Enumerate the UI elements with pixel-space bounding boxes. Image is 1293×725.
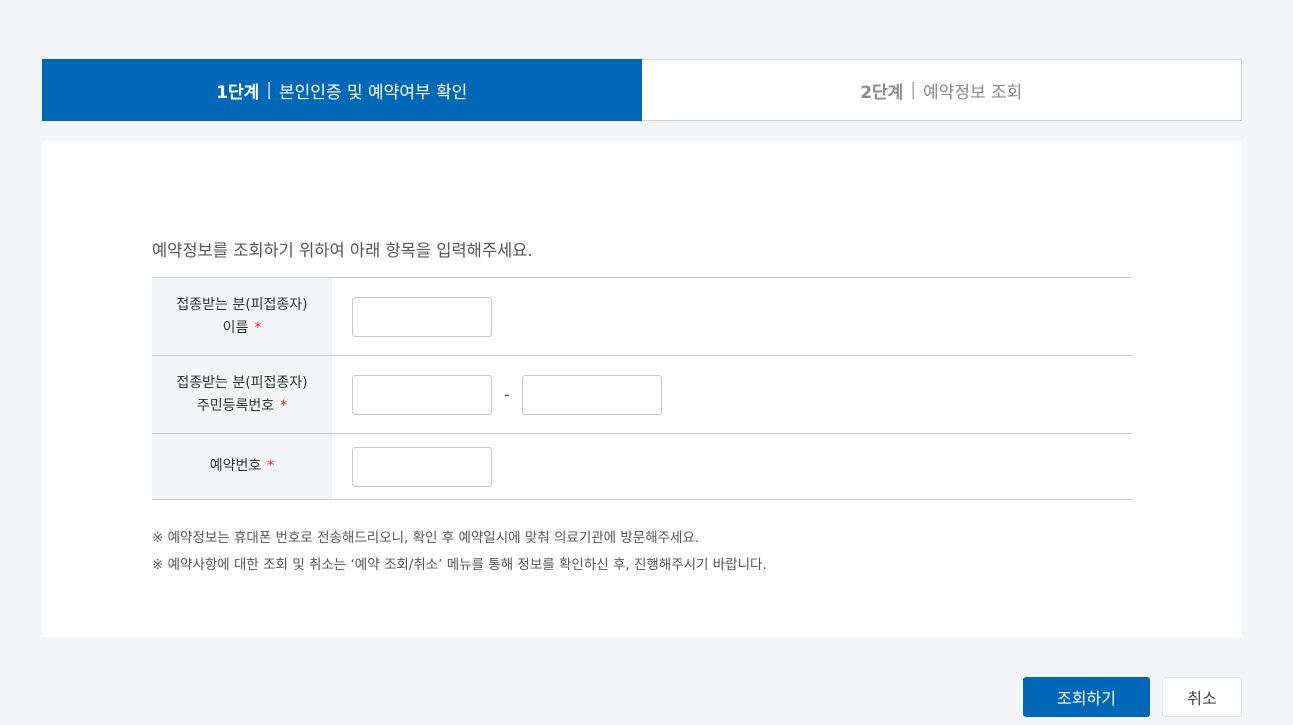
step-2-number: 2단계 xyxy=(860,82,904,103)
step-1-label: 본인인증 및 예약여부 확인 xyxy=(279,82,468,103)
step-2-label: 예약정보 조회 xyxy=(923,82,1023,103)
reservation-number-input[interactable] xyxy=(352,446,492,487)
search-button[interactable]: 조회하기 xyxy=(1023,677,1150,717)
intro-text: 예약정보를 조회하기 위하여 아래 항목을 입력해주세요. xyxy=(152,241,533,260)
rrn-dash: - xyxy=(504,385,510,404)
name-input[interactable] xyxy=(352,296,492,337)
name-label: 접종받는 분(피접종자) 이름 * xyxy=(152,277,332,356)
cancel-button[interactable]: 취소 xyxy=(1162,677,1242,717)
step-2-separator: | xyxy=(910,80,917,100)
rrn-label-line1: 접종받는 분(피접종자) xyxy=(176,374,308,391)
required-mark: * xyxy=(254,319,262,336)
notice-item-1: ※ 예약정보는 휴대폰 번호로 전송해드리오니, 확인 후 예약일시에 맞춰 의… xyxy=(152,530,700,546)
rrn-front-input[interactable] xyxy=(352,374,492,415)
step-1-separator: | xyxy=(266,80,273,100)
notice-item-2: ※ 예약사항에 대한 조회 및 취소는 ‘예약 조회/취소’ 메뉴를 통해 정보… xyxy=(152,557,767,573)
reservation-label-text: 예약번호 xyxy=(209,458,262,474)
form-row-name: 접종받는 분(피접종자) 이름 * xyxy=(152,277,1132,356)
rrn-back-input[interactable] xyxy=(522,374,662,415)
name-label-line1: 접종받는 분(피접종자) xyxy=(176,296,308,313)
name-label-line2: 이름 xyxy=(222,319,249,336)
rrn-label-line2: 주민등록번호 xyxy=(196,397,275,414)
form-row-rrn: 접종받는 분(피접종자) 주민등록번호 * - xyxy=(152,355,1132,434)
notice-list: ※ 예약정보는 휴대폰 번호로 전송해드리오니, 확인 후 예약일시에 맞춰 의… xyxy=(152,525,767,579)
required-mark: * xyxy=(267,458,275,474)
step-1-number: 1단계 xyxy=(216,82,260,103)
lookup-form: 접종받는 분(피접종자) 이름 * 접종받는 분(피접종자) 주민등록번호 * - … xyxy=(152,277,1132,500)
step-2: 2단계 | 예약정보 조회 xyxy=(641,59,1242,121)
step-1: 1단계 | 본인인증 및 예약여부 확인 xyxy=(42,59,642,121)
form-row-reservation: 예약번호 * xyxy=(152,433,1132,500)
reservation-label: 예약번호 * xyxy=(152,433,332,500)
step-indicator: 1단계 | 본인인증 및 예약여부 확인 2단계 | 예약정보 조회 xyxy=(42,59,1242,121)
rrn-label: 접종받는 분(피접종자) 주민등록번호 * xyxy=(152,355,332,434)
required-mark: * xyxy=(280,397,288,414)
form-panel: 예약정보를 조회하기 위하여 아래 항목을 입력해주세요. 접종받는 분(피접종… xyxy=(42,141,1242,637)
